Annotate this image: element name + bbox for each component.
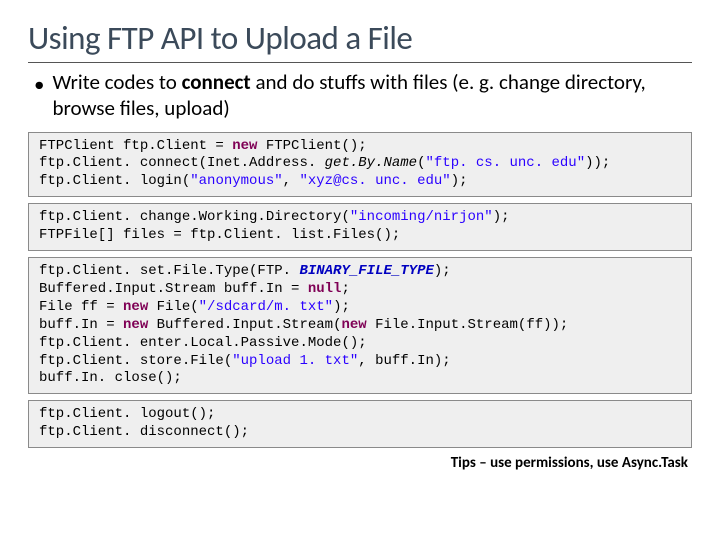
code-italic: get.By.Name xyxy=(325,155,417,171)
code-text: FTPClient ftp.Client = xyxy=(39,138,232,154)
code-text: ftp.Client. set.File.Type(FTP. xyxy=(39,263,299,279)
code-text: ftp.Client. connect(Inet.Address. xyxy=(39,155,325,171)
code-text: ftp.Client. disconnect(); xyxy=(39,424,249,440)
code-text: ); xyxy=(333,299,350,315)
code-keyword: new xyxy=(341,317,366,333)
bullet-pre: Write codes to xyxy=(52,69,181,95)
code-keyword: new xyxy=(123,299,148,315)
code-string: "xyz@cs. unc. edu" xyxy=(299,173,450,189)
code-text: buff.In. close(); xyxy=(39,370,182,386)
code-block-3: ftp.Client. set.File.Type(FTP. BINARY_FI… xyxy=(28,257,692,394)
code-text: File ff = xyxy=(39,299,123,315)
code-text: ftp.Client. logout(); xyxy=(39,406,215,422)
tips-text: Tips – use permissions, use Async.Task xyxy=(28,454,688,472)
code-text: , xyxy=(283,173,300,189)
code-text: , buff.In); xyxy=(358,353,450,369)
code-text: Buffered.Input.Stream buff.In = xyxy=(39,281,308,297)
code-text: )); xyxy=(585,155,610,171)
page-title: Using FTP API to Upload a File xyxy=(28,18,692,60)
code-keyword: null xyxy=(308,281,342,297)
code-string: "anonymous" xyxy=(190,173,282,189)
code-string: "ftp. cs. unc. edu" xyxy=(425,155,585,171)
code-text: File( xyxy=(148,299,198,315)
code-keyword: new xyxy=(123,317,148,333)
code-string: "upload 1. txt" xyxy=(232,353,358,369)
code-text: ftp.Client. change.Working.Directory( xyxy=(39,209,350,225)
code-text: ftp.Client. login( xyxy=(39,173,190,189)
code-text: ); xyxy=(493,209,510,225)
code-text: ftp.Client. enter.Local.Passive.Mode(); xyxy=(39,335,367,351)
code-keyword: new xyxy=(232,138,257,154)
code-string: "incoming/nirjon" xyxy=(350,209,493,225)
code-const: BINARY_FILE_TYPE xyxy=(299,263,433,279)
code-text: buff.In = xyxy=(39,317,123,333)
code-text: ; xyxy=(341,281,349,297)
bullet-dot: • xyxy=(34,71,44,97)
code-text: ftp.Client. store.File( xyxy=(39,353,232,369)
bullet-bold: connect xyxy=(182,69,251,95)
bullet-item: • Write codes to connect and do stuffs w… xyxy=(34,69,692,122)
code-block-4: ftp.Client. logout(); ftp.Client. discon… xyxy=(28,400,692,448)
title-rule xyxy=(28,62,692,63)
code-block-1: FTPClient ftp.Client = new FTPClient(); … xyxy=(28,132,692,198)
code-text: ); xyxy=(451,173,468,189)
code-text: FTPFile[] files = ftp.Client. list.Files… xyxy=(39,227,400,243)
code-text: Buffered.Input.Stream( xyxy=(148,317,341,333)
code-text: ); xyxy=(434,263,451,279)
code-text: File.Input.Stream(ff)); xyxy=(367,317,569,333)
bullet-text: Write codes to connect and do stuffs wit… xyxy=(52,69,692,122)
code-string: "/sdcard/m. txt" xyxy=(199,299,333,315)
code-block-2: ftp.Client. change.Working.Directory("in… xyxy=(28,203,692,251)
code-text: FTPClient(); xyxy=(257,138,366,154)
